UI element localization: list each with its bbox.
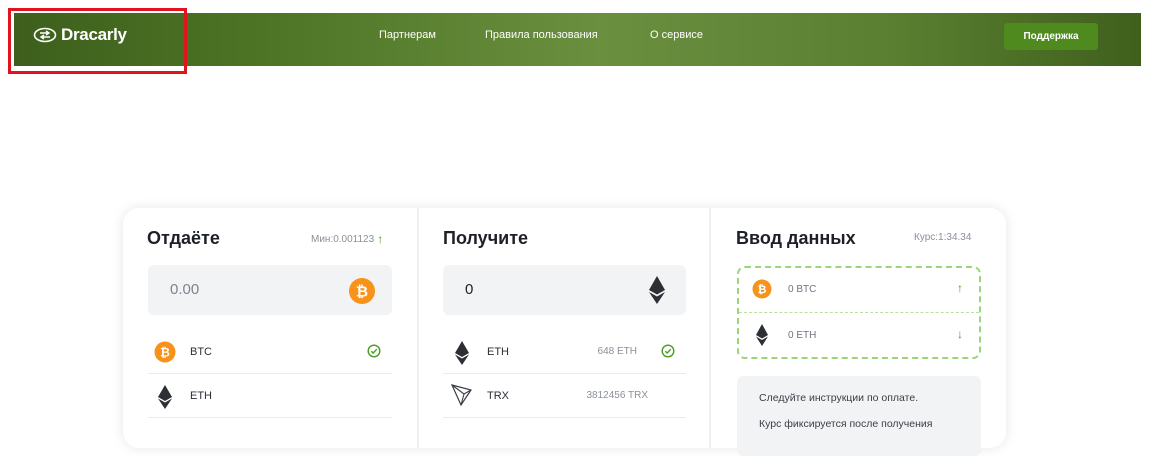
give-currency-btc[interactable]: ₿ BTC <box>148 330 392 374</box>
currency-reserve: 3812456 TRX <box>586 390 648 401</box>
arrow-down-icon: ↓ <box>957 327 963 341</box>
currency-label: TRX <box>487 390 509 402</box>
svg-text:₿: ₿ <box>356 284 368 301</box>
min-amount-label: Мин:0.001123 <box>311 233 375 245</box>
column-divider <box>709 208 711 448</box>
receive-amount-field[interactable]: 0 <box>443 265 686 315</box>
exchange-card: Отдаёте Мин:0.001123 ↑ 0.00 ₿ ₿ BTC ETH … <box>123 208 1006 456</box>
ethereum-icon <box>158 385 172 409</box>
nav-about[interactable]: О сервисе <box>650 29 703 41</box>
bitcoin-icon: ₿ <box>349 278 375 304</box>
ethereum-icon <box>649 276 665 304</box>
currency-label: ETH <box>190 390 212 402</box>
summary-box: ₿ 0 BTC ↑ 0 ETH ↓ <box>737 266 981 359</box>
input-data-title: Ввод данных <box>736 228 856 248</box>
check-circle-icon <box>367 344 381 358</box>
nav-partners[interactable]: Партнерам <box>379 29 436 41</box>
send-value: 0 BTC <box>788 284 817 295</box>
svg-text:₿: ₿ <box>758 284 767 296</box>
exchange-logo-icon <box>33 27 57 43</box>
currency-reserve: 648 ETH <box>597 346 637 357</box>
min-amount: Мин:0.001123 ↑ <box>311 232 383 246</box>
give-amount-field[interactable]: 0.00 ₿ <box>148 265 392 315</box>
receive-currency-eth[interactable]: ETH 648 ETH <box>443 330 686 374</box>
arrow-up-icon: ↑ <box>957 281 963 295</box>
instructions-box: Следуйте инструкции по оплате. Курс фикс… <box>737 376 981 456</box>
bitcoin-icon: ₿ <box>154 341 176 363</box>
svg-text:₿: ₿ <box>160 346 170 360</box>
logo-text: Dracarly <box>61 25 127 44</box>
give-title: Отдаёте <box>147 228 220 248</box>
give-currency-eth[interactable]: ETH <box>148 374 392 418</box>
give-amount-value: 0.00 <box>170 281 200 298</box>
nav-rules[interactable]: Правила пользования <box>485 29 598 41</box>
instruction-text: Курс фиксируется после получения <box>759 418 933 430</box>
tron-icon <box>451 384 472 407</box>
column-divider <box>417 208 419 448</box>
currency-label: ETH <box>487 346 509 358</box>
support-button[interactable]: Поддержка <box>1004 23 1098 50</box>
ethereum-icon <box>455 341 469 365</box>
exchange-rate: Курс:1:34.34 <box>914 232 972 243</box>
receive-value: 0 ETH <box>788 330 817 341</box>
receive-title: Получите <box>443 228 529 248</box>
summary-divider <box>739 312 979 313</box>
top-navbar: Dracarly Партнерам Правила пользования О… <box>14 13 1141 66</box>
check-circle-icon <box>661 344 675 358</box>
bitcoin-icon: ₿ <box>752 279 772 299</box>
ethereum-icon <box>756 324 768 346</box>
logo[interactable]: Dracarly <box>33 24 127 46</box>
currency-label: BTC <box>190 346 212 358</box>
receive-amount-value: 0 <box>465 281 474 298</box>
instruction-text: Следуйте инструкции по оплате. <box>759 392 919 404</box>
arrow-up-icon: ↑ <box>377 232 384 246</box>
receive-currency-trx[interactable]: TRX 3812456 TRX <box>443 374 686 418</box>
